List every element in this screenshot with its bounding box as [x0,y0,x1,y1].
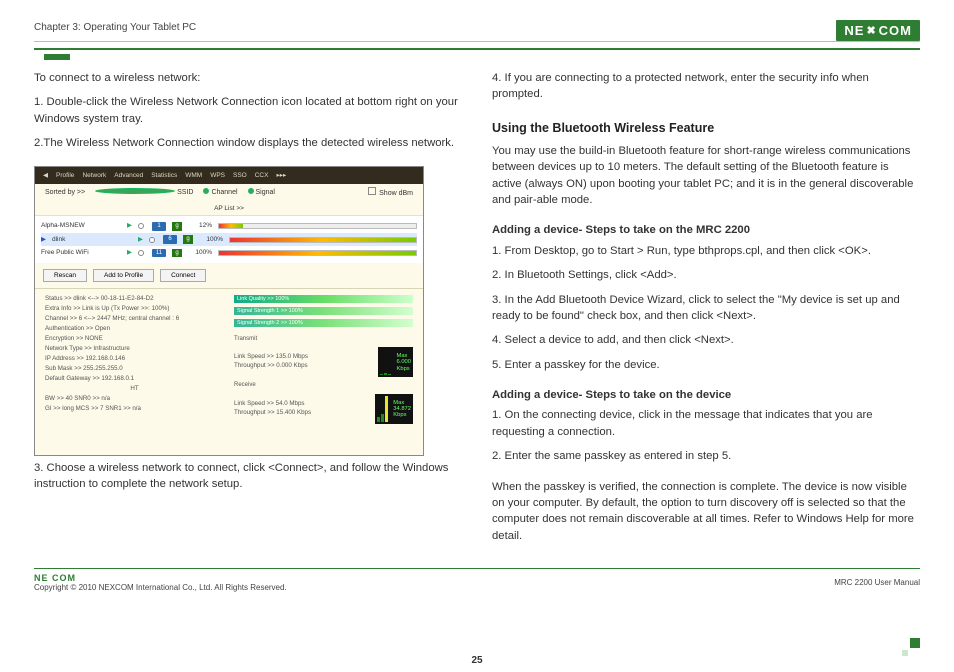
details-panel: Status >> dlink <--> 00-18-11-E2-84-D2 E… [35,288,423,455]
list-item: Alpha-MSNEW▶ 1g 12% [41,219,417,232]
footer-logo: NE COM [34,573,76,583]
section-heading: Using the Bluetooth Wireless Feature [492,119,920,137]
screenshot-wireless-utility: ◀ Profile Network Advanced Statistics WM… [34,166,424,456]
list-item: ▶ dlink▶ 6g 100% [41,233,417,246]
ap-list: Alpha-MSNEW▶ 1g 12% ▶ dlink▶ 6g 100% [35,215,423,262]
divider [34,41,920,42]
tabs-bar: ◀ Profile Network Advanced Statistics WM… [35,167,423,184]
doc-title: MRC 2200 User Manual [834,578,920,587]
tab-accent [44,54,70,60]
body-text: 3. Choose a wireless network to connect,… [34,460,462,493]
body-text: 3. In the Add Bluetooth Device Wizard, c… [492,292,920,325]
divider-accent [34,48,920,50]
body-text: When the passkey is verified, the connec… [492,479,920,545]
body-text: 2. Enter the same passkey as entered in … [492,448,920,464]
subheading: Adding a device- Steps to take on the de… [492,387,920,403]
list-item: Free Public WiFi▶ 11g 100% [41,246,417,259]
page-number: 25 [471,655,482,666]
body-text: 1. From Desktop, go to Start > Run, type… [492,243,920,259]
sort-row: Sorted by >> SSID Channel Signal Show dB… [35,184,423,202]
connect-button[interactable]: Connect [160,269,206,282]
body-text: 1. Double-click the Wireless Network Con… [34,94,462,127]
rescan-button[interactable]: Rescan [43,269,87,282]
body-text: 4. If you are connecting to a protected … [492,70,920,103]
body-text: 1. On the connecting device, click in th… [492,407,920,440]
body-text: To connect to a wireless network: [34,70,462,86]
divider [34,568,920,569]
body-text: 4. Select a device to add, and then clic… [492,332,920,348]
corner-decoration [902,638,920,656]
label: AP List >> [35,202,423,215]
button-row: Rescan Add to Profile Connect [35,263,423,288]
subheading: Adding a device- Steps to take on the MR… [492,222,920,238]
body-text: 2. In Bluetooth Settings, click <Add>. [492,267,920,283]
chapter-title: Chapter 3: Operating Your Tablet PC [34,20,196,33]
copyright: Copyright © 2010 NEXCOM International Co… [34,583,287,592]
brand-logo: NE✖COM [836,20,920,41]
body-text: 5. Enter a passkey for the device. [492,357,920,373]
body-text: You may use the build-in Bluetooth featu… [492,143,920,209]
body-text: 2.The Wireless Network Connection window… [34,135,462,151]
add-profile-button[interactable]: Add to Profile [93,269,154,282]
